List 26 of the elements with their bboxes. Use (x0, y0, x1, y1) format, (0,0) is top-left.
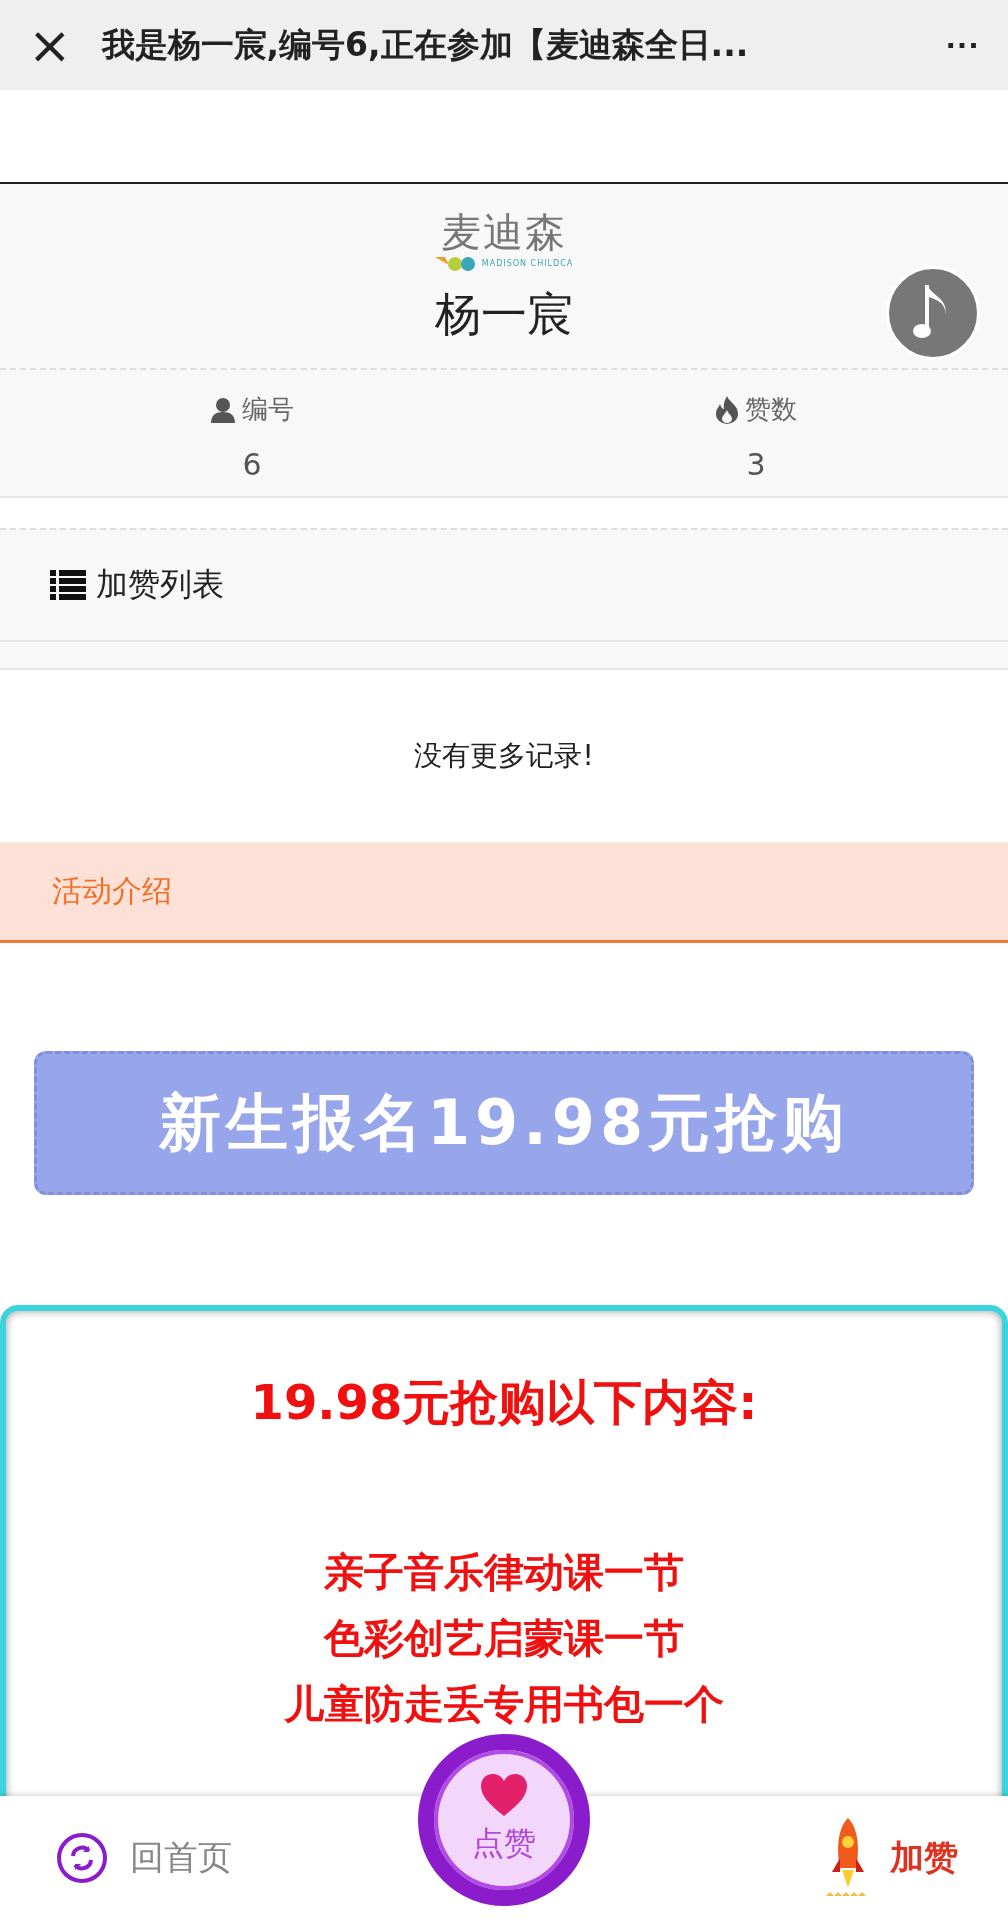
stat-value: 6 (242, 447, 262, 482)
empty-message: 没有更多记录! (414, 738, 594, 774)
logo-tagline: MADISON CHILDCA (481, 258, 574, 268)
stat-label: 赞数 (745, 393, 797, 426)
offer-title: 19.98元抢购以下内容: (250, 1373, 758, 1432)
logo-text: 麦迪森 (441, 210, 567, 254)
stat-label: 编号 (242, 393, 294, 426)
page-title: 我是杨一宸,编号6,正在参加【麦迪森全日... (101, 23, 750, 66)
home-button[interactable]: 回首页 (56, 1832, 232, 1884)
tab[interactable]: 活动介绍 (52, 870, 172, 912)
stat-value: 3 (746, 447, 766, 482)
refresh-icon (56, 1832, 108, 1884)
list-icon (50, 569, 86, 601)
heart-icon (481, 1774, 527, 1816)
more-button[interactable]: ··· (946, 25, 980, 65)
participant-name: 杨一宸 (435, 286, 573, 343)
person-icon (210, 396, 236, 423)
offer-item: 亲子音乐律动课一节 (324, 1548, 684, 1597)
close-button[interactable]: × (28, 19, 72, 71)
promo-banner: 新生报名19.98元抢购 (34, 1051, 974, 1195)
list-title: 加赞列表 (96, 564, 224, 605)
boost-button[interactable]: 加赞 (826, 1818, 958, 1898)
flame-icon (715, 395, 739, 424)
offer-item: 色彩创艺启蒙课一节 (324, 1614, 684, 1663)
like-button[interactable]: 点赞 (418, 1734, 590, 1906)
offer-item: 儿童防走丢专用书包一个 (284, 1680, 724, 1729)
